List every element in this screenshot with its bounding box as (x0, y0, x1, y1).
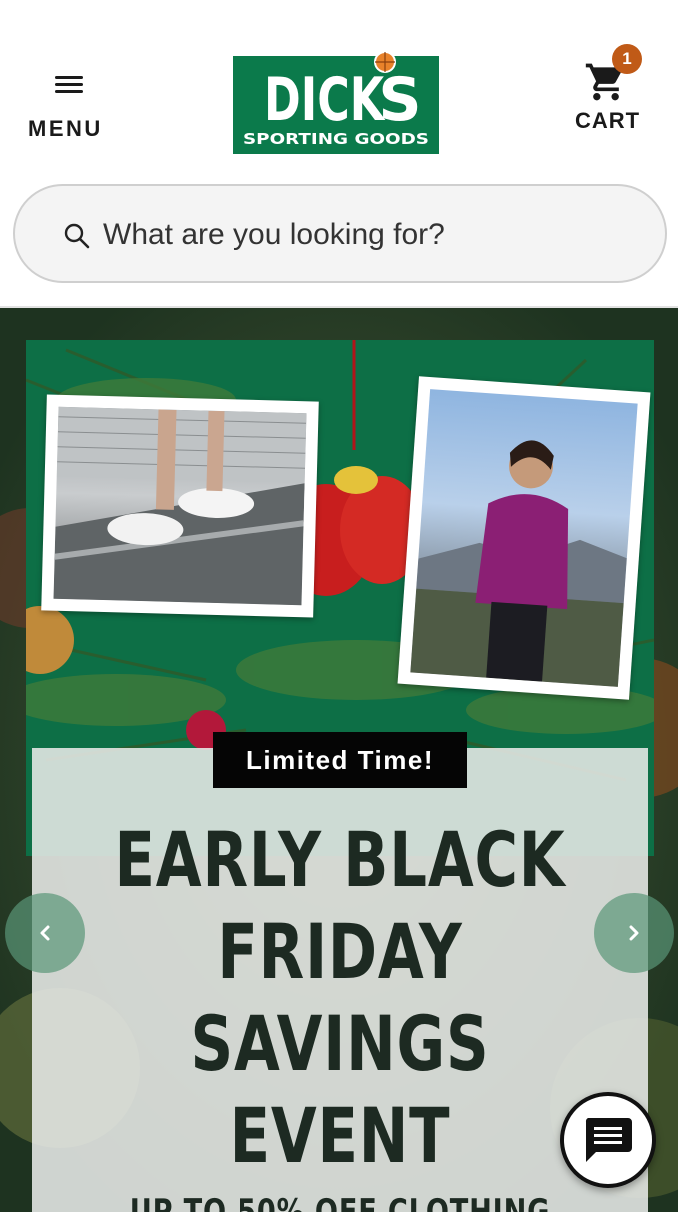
menu-label: MENU (28, 116, 103, 141)
menu-button[interactable]: MENU (22, 66, 118, 150)
hiker-photo (397, 376, 651, 700)
svg-text:DICK: DICK (264, 65, 386, 135)
logo-graphic: DICK S ' SPORTING GOODS (233, 51, 439, 154)
headline-line: SAVINGS (190, 999, 490, 1088)
headline-line: FRIDAY (217, 907, 463, 996)
search-bar[interactable] (13, 184, 667, 283)
carousel-prev-button[interactable] (5, 893, 85, 973)
promo-panel: EARLY BLACK FRIDAY SAVINGS EVENT UP TO 5… (32, 748, 648, 1212)
chat-bubble-icon (585, 1118, 632, 1162)
search-icon (64, 223, 90, 249)
cart-count-badge: 1 (612, 44, 642, 74)
site-header: MENU DICK S ' SPORTING GOODS 1 CART (0, 0, 678, 180)
promo-headline: EARLY BLACK FRIDAY SAVINGS EVENT (100, 814, 580, 1182)
svg-text:SPORTING GOODS: SPORTING GOODS (243, 130, 429, 148)
chevron-right-icon (629, 925, 639, 941)
chevron-left-icon (40, 925, 50, 941)
promo-subline: UP TO 50% OFF CLOTHING (129, 1192, 551, 1212)
svg-text:': ' (370, 73, 379, 108)
headline-line: EARLY BLACK (114, 815, 566, 904)
cart-label: CART (575, 108, 641, 133)
running-shoes-photo (41, 394, 319, 618)
dicks-logo[interactable]: DICK S ' SPORTING GOODS (232, 48, 440, 156)
search-input[interactable] (103, 208, 623, 262)
hero-carousel[interactable]: Limited Time! EARLY BLACK FRIDAY SAVINGS… (0, 308, 678, 1212)
carousel-next-button[interactable] (594, 893, 674, 973)
headline-line: EVENT (229, 1091, 451, 1180)
cart-button[interactable]: 1 CART (566, 42, 656, 142)
limited-time-badge: Limited Time! (213, 732, 467, 788)
chat-button[interactable] (560, 1092, 656, 1188)
svg-text:S: S (378, 65, 421, 135)
hamburger-icon (55, 74, 83, 96)
